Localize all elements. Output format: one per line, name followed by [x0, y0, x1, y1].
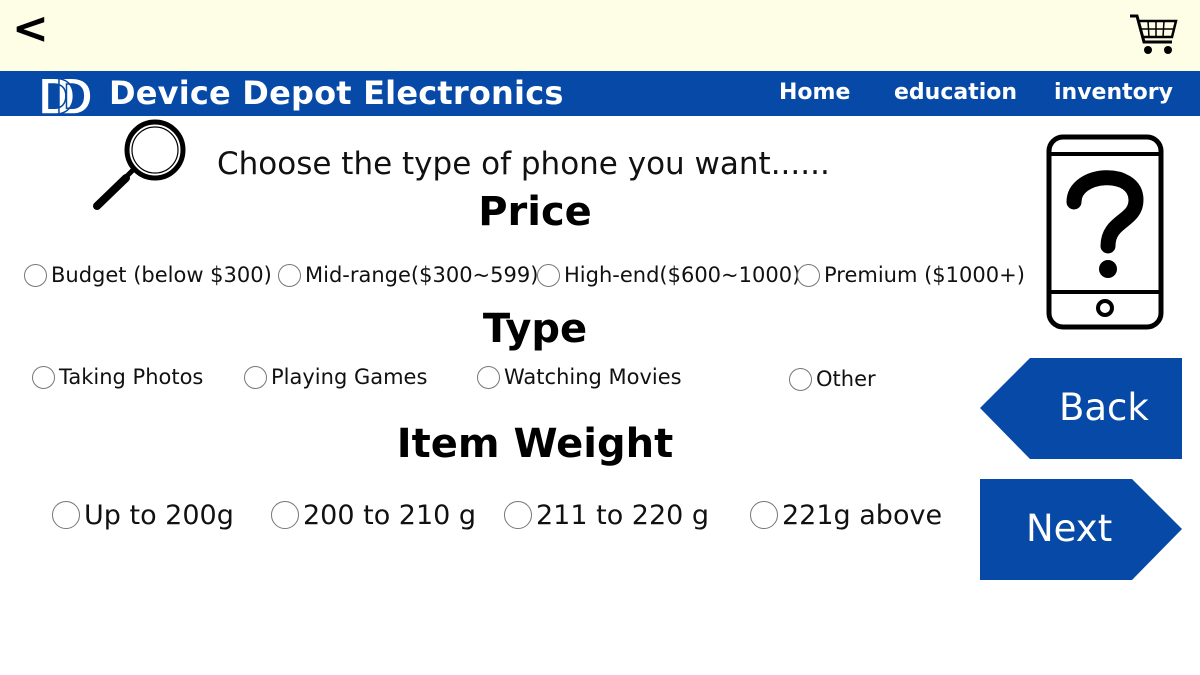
- radio-button[interactable]: [504, 501, 532, 529]
- radio-button[interactable]: [271, 501, 299, 529]
- option-label: High-end($600~1000): [564, 263, 801, 287]
- nav-link-inventory[interactable]: inventory: [1054, 71, 1173, 116]
- search-icon: [93, 119, 186, 210]
- shopping-cart-icon[interactable]: [1128, 10, 1180, 58]
- section-title-item-weight: Item Weight: [396, 421, 674, 467]
- option-label: Playing Games: [271, 365, 428, 389]
- back-button[interactable]: Back: [980, 358, 1182, 459]
- option-label: 221g above: [782, 499, 943, 531]
- top-bar: [0, 0, 1200, 71]
- radio-button[interactable]: [750, 501, 778, 529]
- option-label: Other: [816, 367, 876, 391]
- radio-button[interactable]: [789, 367, 812, 391]
- radio-option-221g-above[interactable]: 221g above: [750, 497, 942, 533]
- next-button[interactable]: Next: [980, 479, 1182, 580]
- radio-button[interactable]: [24, 263, 47, 287]
- intro-text: Choose the type of phone you want......: [217, 146, 830, 182]
- nav-link-home[interactable]: Home: [779, 71, 850, 116]
- radio-option-taking-photos[interactable]: Taking Photos: [32, 362, 203, 392]
- radio-option-budget[interactable]: Budget (below $300): [24, 260, 272, 290]
- back-button-label: Back: [1059, 386, 1149, 429]
- option-label: Up to 200g: [84, 499, 234, 531]
- option-label: 200 to 210 g: [303, 499, 477, 531]
- back-arrow-icon[interactable]: <: [12, 4, 49, 54]
- section-title-price: Price: [478, 189, 592, 235]
- section-title-type: Type: [482, 306, 588, 352]
- radio-button[interactable]: [537, 263, 560, 287]
- brand-name: Device Depot Electronics: [109, 74, 564, 112]
- option-label: Mid-range($300~599): [305, 263, 539, 287]
- radio-option-premium[interactable]: Premium ($1000+): [797, 260, 1025, 290]
- radio-button[interactable]: [797, 263, 820, 287]
- phone-question-icon: [1046, 134, 1164, 330]
- option-label: Premium ($1000+): [824, 263, 1025, 287]
- radio-option-high-end[interactable]: High-end($600~1000): [537, 260, 800, 290]
- radio-button[interactable]: [278, 263, 301, 287]
- radio-button[interactable]: [32, 365, 55, 389]
- logo-text: DD: [38, 68, 92, 124]
- radio-option-211-to-220g[interactable]: 211 to 220 g: [504, 497, 709, 533]
- option-label: Taking Photos: [59, 365, 204, 389]
- radio-option-playing-games[interactable]: Playing Games: [244, 362, 427, 392]
- logo: DD: [38, 67, 100, 124]
- radio-option-watching-movies[interactable]: Watching Movies: [477, 362, 682, 392]
- next-button-label: Next: [1026, 507, 1113, 550]
- option-label: Budget (below $300): [51, 263, 272, 287]
- radio-button[interactable]: [477, 365, 500, 389]
- radio-option-other[interactable]: Other: [789, 364, 876, 394]
- radio-button[interactable]: [52, 501, 80, 529]
- option-label: Watching Movies: [504, 365, 682, 389]
- radio-option-mid-range[interactable]: Mid-range($300~599): [278, 260, 538, 290]
- radio-option-200-to-210g[interactable]: 200 to 210 g: [271, 497, 476, 533]
- radio-option-up-to-200g[interactable]: Up to 200g: [52, 497, 234, 533]
- option-label: 211 to 220 g: [536, 499, 710, 531]
- radio-button[interactable]: [244, 365, 267, 389]
- nav-link-education[interactable]: education: [894, 71, 1017, 116]
